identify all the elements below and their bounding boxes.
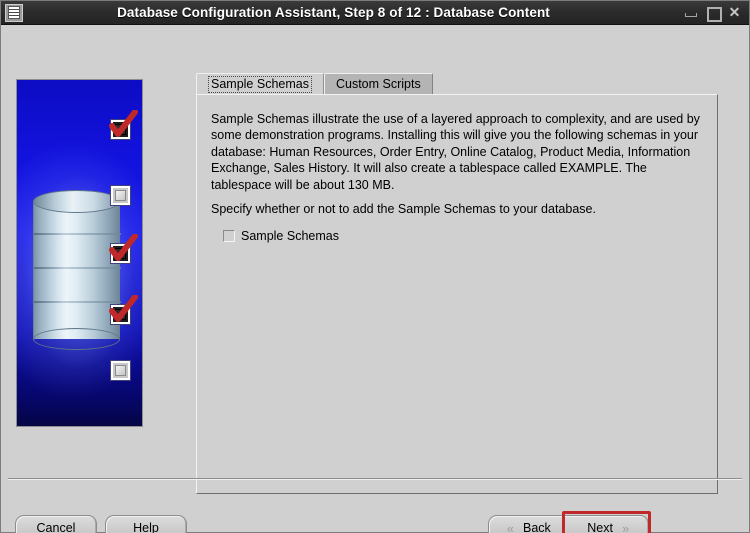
back-button-label: Back	[522, 521, 551, 533]
title-bar: Database Configuration Assistant, Step 8…	[1, 1, 749, 25]
graphic-checkbox-3-checked	[109, 234, 138, 263]
window-body: Sample Schemas Custom Scripts Sample Sch…	[1, 26, 749, 533]
tab-strip: Sample Schemas Custom Scripts	[196, 73, 718, 95]
help-button-label: Help	[133, 521, 159, 533]
application-window: Database Configuration Assistant, Step 8…	[0, 0, 750, 533]
window-controls: ✕	[684, 5, 741, 22]
graphic-checkbox-5-empty	[111, 361, 130, 380]
graphic-checkbox-4-checked	[109, 295, 138, 324]
tab-sample-schemas-label: Sample Schemas	[208, 76, 312, 93]
sample-schemas-checkbox-row[interactable]: Sample Schemas	[223, 229, 339, 243]
tab-custom-scripts[interactable]: Custom Scripts	[323, 73, 433, 95]
tab-panel-sample-schemas: Sample Schemas illustrate the use of a l…	[196, 94, 718, 494]
sample-schemas-checkbox[interactable]	[223, 230, 235, 242]
database-cylinder-icon	[33, 190, 121, 350]
instruction-paragraph: Specify whether or not to add the Sample…	[211, 202, 596, 216]
next-button[interactable]: Next »	[569, 516, 649, 533]
minimize-icon[interactable]	[684, 6, 697, 19]
window-title: Database Configuration Assistant, Step 8…	[117, 5, 550, 20]
cancel-button-label: Cancel	[36, 521, 76, 533]
back-button[interactable]: « Back	[489, 516, 569, 533]
maximize-icon[interactable]	[706, 6, 722, 22]
tab-custom-scripts-label: Custom Scripts	[335, 77, 421, 91]
help-button[interactable]: Help	[105, 515, 187, 533]
next-button-label: Next	[587, 521, 613, 533]
sidebar-graphic	[16, 79, 143, 427]
cancel-button[interactable]: Cancel	[15, 515, 97, 533]
chevron-right-icon: »	[621, 520, 630, 533]
graphic-checkbox-1-checked	[109, 110, 138, 139]
close-icon[interactable]: ✕	[728, 5, 741, 19]
description-paragraph: Sample Schemas illustrate the use of a l…	[211, 112, 700, 192]
graphic-checkbox-2-empty	[111, 186, 130, 205]
navigation-button-group: « Back Next »	[488, 515, 649, 533]
footer-divider	[8, 478, 742, 480]
chevron-left-icon: «	[506, 520, 514, 533]
app-grid-icon	[5, 3, 23, 22]
tab-sample-schemas[interactable]: Sample Schemas	[196, 73, 324, 95]
sample-schemas-checkbox-label: Sample Schemas	[241, 229, 339, 243]
